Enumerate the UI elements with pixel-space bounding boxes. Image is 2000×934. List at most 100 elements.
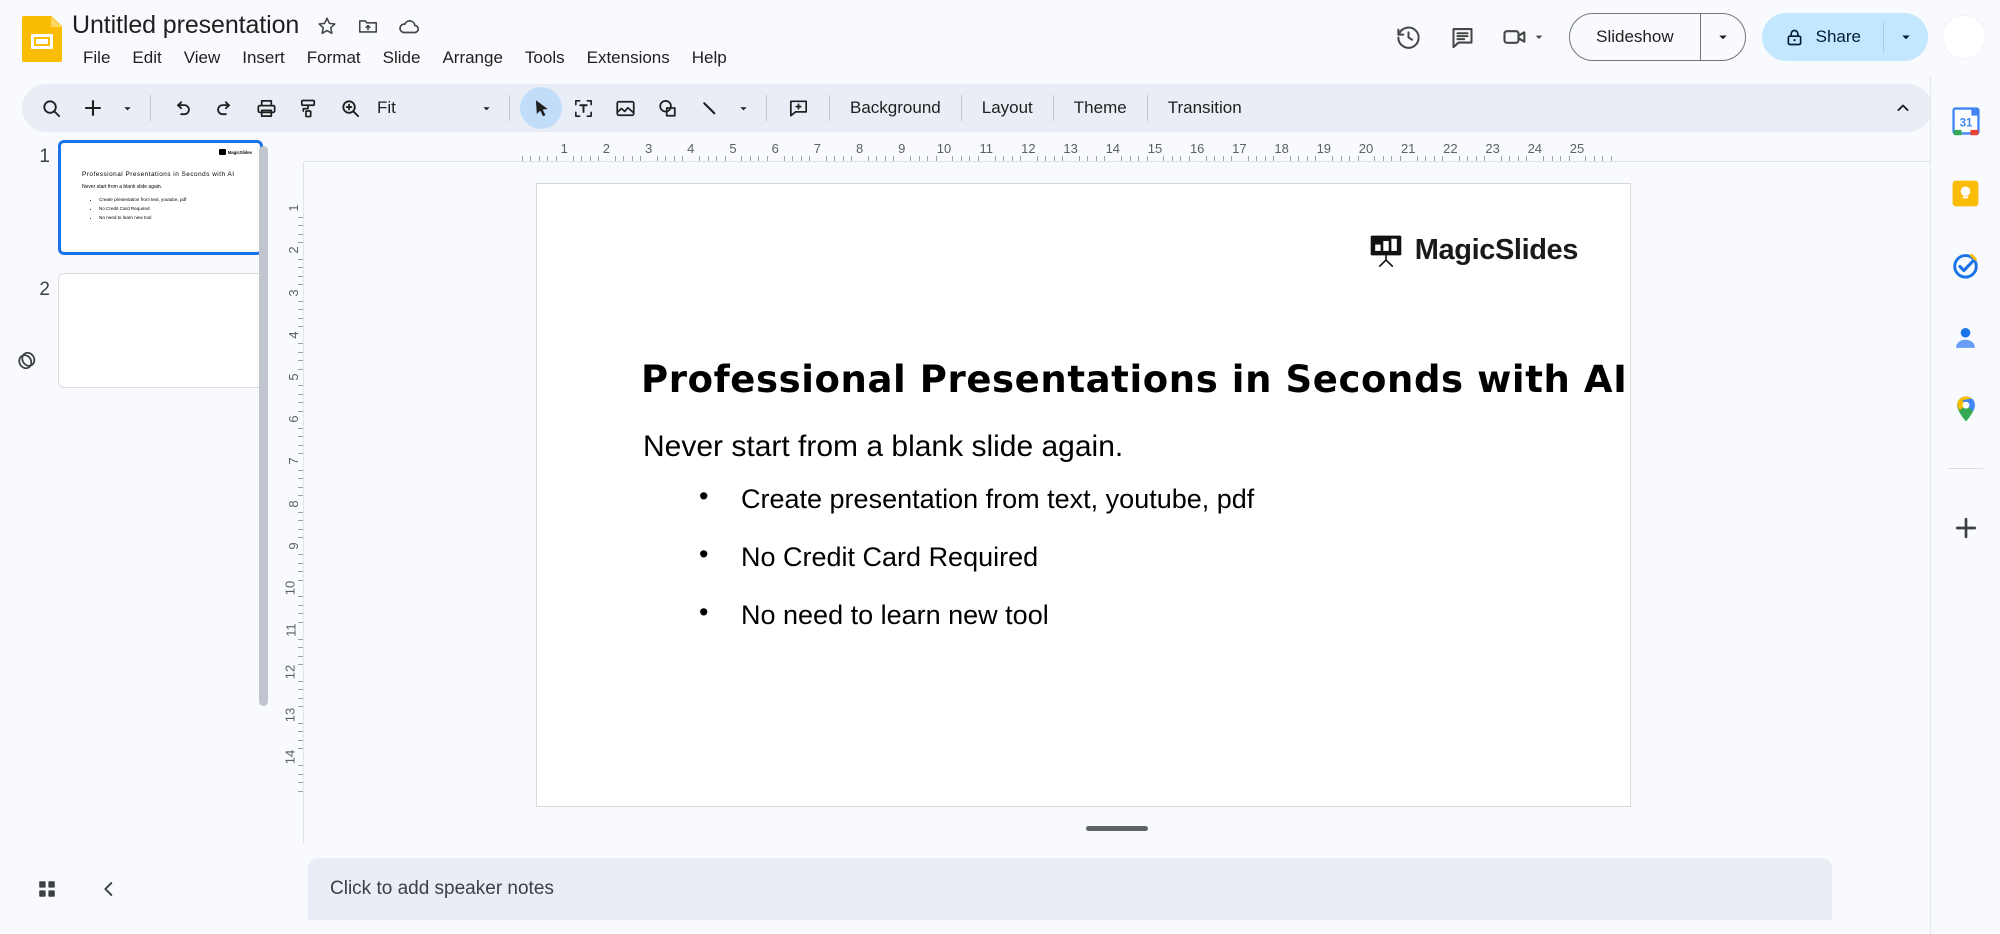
move-to-folder-icon[interactable]	[355, 13, 381, 39]
menu-arrange[interactable]: Arrange	[431, 45, 513, 71]
menu-slide[interactable]: Slide	[372, 45, 432, 71]
redo-icon[interactable]	[203, 87, 245, 129]
horizontal-ruler[interactable]: 1 2 3 4 5 6 7 8 9 10 11 12 13 14 15 16 17 18 19 20 21 22 23 24 2…	[304, 140, 1930, 162]
current-slide[interactable]: MagicSlides Professional Presentations i…	[536, 183, 1631, 807]
menu-insert[interactable]: Insert	[231, 45, 296, 71]
toolbar-divider	[766, 95, 767, 121]
google-contacts-icon[interactable]	[1949, 320, 1983, 354]
ruler-tick	[910, 156, 912, 161]
slideshow-options-chevron-down-icon[interactable]	[1701, 14, 1745, 60]
slide-subtitle[interactable]: Never start from a blank slide again.	[643, 430, 1123, 464]
document-title[interactable]: Untitled presentation	[72, 11, 299, 40]
ruler-tick	[298, 317, 303, 319]
document-title-row: Untitled presentation	[72, 11, 422, 40]
share-button[interactable]: Share	[1762, 13, 1883, 61]
collapse-filmstrip-chevron-left-icon[interactable]	[86, 866, 132, 912]
ruler-tick	[298, 697, 303, 699]
collapse-toolbar-chevron-up-icon[interactable]	[1882, 87, 1924, 129]
slide-thumbnail-1[interactable]: MagicSlides Professional Presentations i…	[58, 140, 263, 255]
paint-format-icon[interactable]	[287, 87, 329, 129]
menu-edit[interactable]: Edit	[121, 45, 172, 71]
ruler-tick	[969, 156, 971, 161]
zoom-level-value[interactable]: Fit	[371, 98, 417, 118]
horizontal-ruler-tick-label: 4	[687, 141, 695, 156]
print-icon[interactable]	[245, 87, 287, 129]
ruler-tick	[1256, 156, 1258, 161]
google-tasks-icon[interactable]	[1949, 248, 1983, 282]
menu-tools[interactable]: Tools	[514, 45, 576, 71]
vertical-ruler-tick-label: 3	[285, 288, 301, 297]
slide-title[interactable]: Professional Presentations in Seconds wi…	[641, 358, 1628, 401]
filmstrip-scrollbar-thumb[interactable]	[259, 146, 268, 706]
ruler-tick	[1003, 156, 1005, 161]
theme-button[interactable]: Theme	[1064, 88, 1137, 128]
insert-image-icon[interactable]	[604, 87, 646, 129]
horizontal-ruler-tick-label: 3	[644, 141, 653, 156]
undo-icon[interactable]	[161, 87, 203, 129]
google-maps-icon[interactable]	[1949, 392, 1983, 426]
ruler-tick	[298, 739, 303, 741]
ruler-tick	[1441, 156, 1443, 161]
horizontal-ruler-tick-label: 21	[1400, 141, 1416, 156]
transition-button[interactable]: Transition	[1158, 88, 1252, 128]
cloud-saved-icon[interactable]	[396, 13, 422, 39]
vertical-ruler-tick-label: 4	[285, 331, 301, 339]
speaker-notes-resize-handle[interactable]	[1086, 826, 1148, 831]
menu-file[interactable]: File	[76, 45, 121, 71]
ruler-tick	[1602, 156, 1604, 161]
ruler-tick	[716, 156, 718, 161]
filmstrip-scrollbar-track[interactable]	[259, 140, 274, 844]
new-slide-icon[interactable]	[72, 87, 114, 129]
share-options-chevron-down-icon[interactable]	[1884, 13, 1928, 61]
line-icon[interactable]	[688, 87, 730, 129]
ruler-tick	[298, 393, 303, 395]
slide-thumbnail-2[interactable]	[58, 273, 263, 388]
horizontal-ruler-tick-label: 17	[1232, 141, 1247, 156]
star-icon[interactable]	[314, 13, 340, 39]
slideshow-button-group: Slideshow	[1569, 13, 1746, 61]
meet-icon[interactable]	[1489, 10, 1553, 64]
speaker-notes-field[interactable]: Click to add speaker notes	[308, 858, 1832, 920]
ruler-tick	[1011, 156, 1013, 161]
new-slide-chevron-down-icon[interactable]	[114, 87, 140, 129]
line-options-chevron-down-icon[interactable]	[730, 87, 756, 129]
ruler-tick	[749, 156, 751, 161]
ruler-tick	[1306, 156, 1308, 161]
ruler-tick	[699, 156, 701, 161]
search-icon[interactable]	[30, 87, 72, 129]
ruler-tick	[1188, 156, 1190, 161]
ruler-tick	[1095, 156, 1097, 161]
zoom-icon[interactable]	[329, 87, 371, 129]
menu-help[interactable]: Help	[681, 45, 738, 71]
ruler-tick	[640, 156, 642, 161]
version-history-icon[interactable]	[1381, 10, 1435, 64]
ruler-tick	[1340, 156, 1342, 161]
ruler-tick	[1247, 156, 1249, 161]
layout-button[interactable]: Layout	[972, 88, 1043, 128]
google-keep-icon[interactable]	[1949, 176, 1983, 210]
ruler-tick	[1610, 156, 1612, 161]
add-ons-plus-icon[interactable]	[1949, 511, 1983, 545]
ruler-tick	[1526, 156, 1528, 161]
grid-view-icon[interactable]	[24, 866, 70, 912]
ruler-tick	[1433, 156, 1435, 161]
slide-filmstrip: 1 MagicSlides Professional Presentations…	[0, 140, 280, 844]
background-button[interactable]: Background	[840, 88, 951, 128]
slideshow-button[interactable]: Slideshow	[1570, 14, 1700, 60]
avatar[interactable]	[1942, 15, 1986, 59]
slide-bullet-list[interactable]: Create presentation from text, youtube, …	[699, 483, 1254, 660]
menu-format[interactable]: Format	[296, 45, 372, 71]
menu-view[interactable]: View	[173, 45, 232, 71]
select-tool-icon[interactable]	[520, 87, 562, 129]
comment-add-icon[interactable]	[777, 87, 819, 129]
comment-icon[interactable]	[1435, 10, 1489, 64]
shape-icon[interactable]	[646, 87, 688, 129]
menu-extensions[interactable]: Extensions	[576, 45, 681, 71]
ruler-tick	[298, 731, 303, 733]
zoom-level-chevron-down-icon[interactable]	[473, 87, 499, 129]
vertical-ruler[interactable]: 1 2 3 4 5 6 7 8 9 10 11 12 13 14	[280, 162, 304, 844]
text-box-icon[interactable]	[562, 87, 604, 129]
ruler-tick	[884, 156, 886, 161]
google-calendar-icon[interactable]: 31	[1949, 104, 1983, 138]
ruler-tick	[298, 402, 303, 404]
